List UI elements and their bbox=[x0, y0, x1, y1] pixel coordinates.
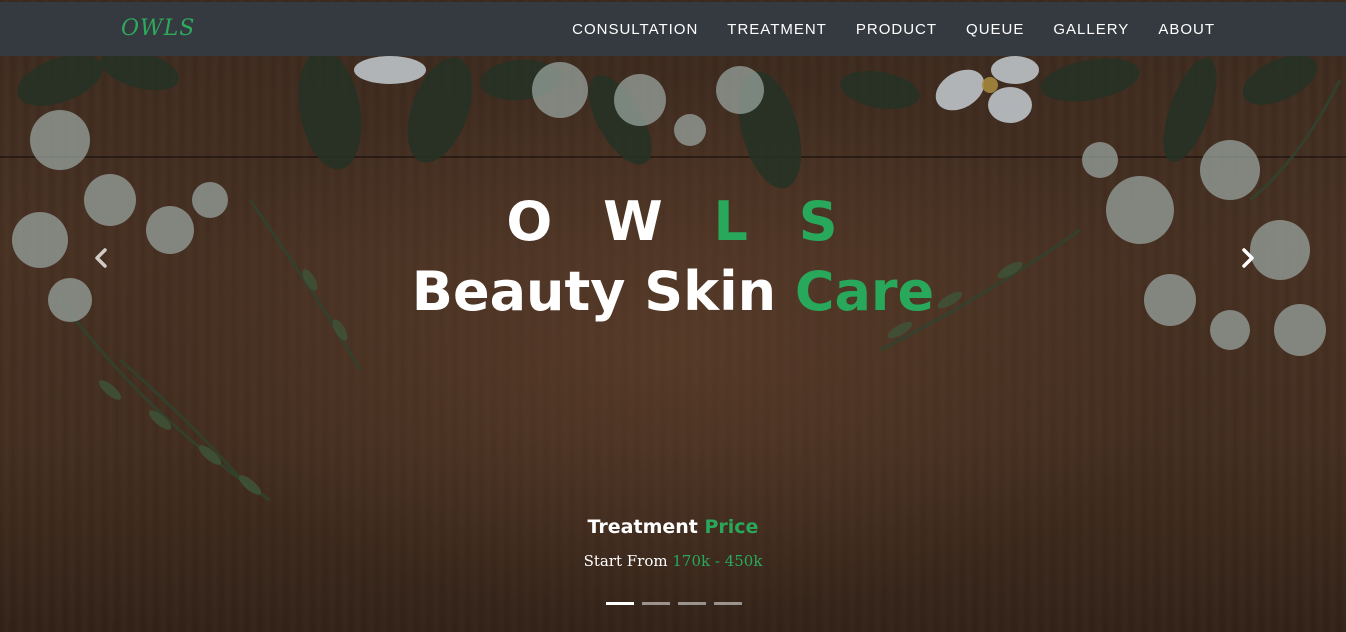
nav-link-gallery[interactable]: GALLERY bbox=[1053, 21, 1129, 38]
carousel-prev-button[interactable] bbox=[89, 244, 113, 272]
caption-title-white: Treatment bbox=[587, 516, 698, 538]
caption-price-range: 170k - 450k bbox=[672, 552, 763, 570]
caption-title: Treatment Price bbox=[0, 516, 1346, 538]
caption-text-white: Start From bbox=[583, 552, 668, 570]
hero-subtitle: Beauty Skin Care bbox=[0, 260, 1346, 323]
caption-text: Start From 170k - 450k bbox=[0, 552, 1346, 570]
hero-subtitle-green: Care bbox=[794, 260, 935, 323]
hero-title-letter: S bbox=[798, 190, 840, 253]
hero-title-letter: W bbox=[603, 190, 665, 253]
caption-title-green: Price bbox=[704, 516, 759, 538]
carousel-indicator[interactable] bbox=[714, 602, 742, 605]
carousel-indicator[interactable] bbox=[606, 602, 634, 605]
carousel-indicator[interactable] bbox=[642, 602, 670, 605]
carousel-indicators bbox=[606, 602, 750, 605]
hero-title-letter: O bbox=[506, 190, 555, 253]
navbar: OWLS CONSULTATION TREATMENT PRODUCT QUEU… bbox=[0, 2, 1346, 56]
nav-links: CONSULTATION TREATMENT PRODUCT QUEUE GAL… bbox=[543, 2, 1215, 56]
nav-link-about[interactable]: ABOUT bbox=[1158, 21, 1215, 38]
chevron-right-icon bbox=[1242, 248, 1254, 268]
hero-subtitle-white: Beauty Skin bbox=[411, 260, 777, 323]
carousel-next-button[interactable] bbox=[1236, 244, 1260, 272]
hero-title-letter: L bbox=[713, 190, 750, 253]
nav-link-product[interactable]: PRODUCT bbox=[856, 21, 937, 38]
hero-title: O W L S bbox=[0, 190, 1346, 253]
chevron-left-icon bbox=[95, 248, 107, 268]
nav-link-consultation[interactable]: CONSULTATION bbox=[572, 21, 698, 38]
brand-logo[interactable]: OWLS bbox=[121, 16, 195, 41]
carousel-indicator[interactable] bbox=[678, 602, 706, 605]
nav-link-queue[interactable]: QUEUE bbox=[966, 21, 1024, 38]
nav-link-treatment[interactable]: TREATMENT bbox=[727, 21, 827, 38]
